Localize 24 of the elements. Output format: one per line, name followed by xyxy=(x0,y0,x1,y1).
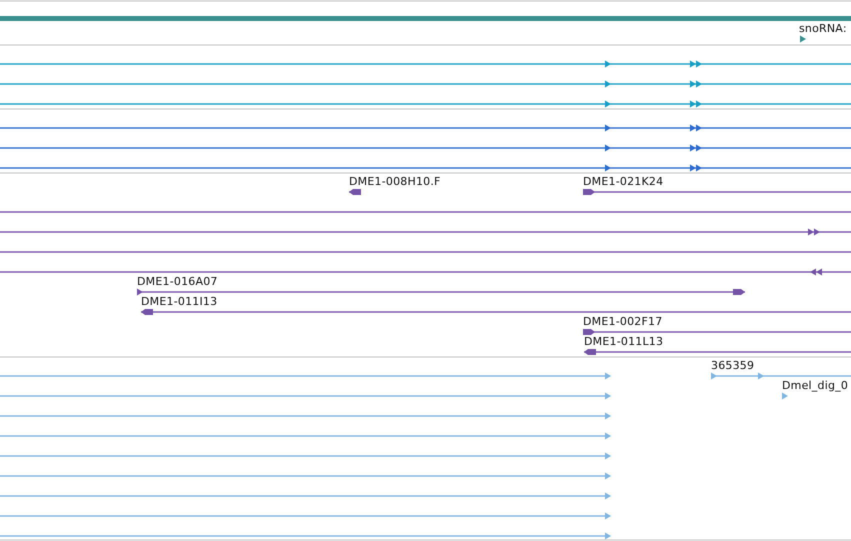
gene-feature[interactable] xyxy=(0,228,851,236)
gene-feature[interactable] xyxy=(0,268,851,276)
feature-label: DME1-021K24 xyxy=(583,175,664,188)
gene-feature[interactable] xyxy=(0,124,851,132)
gene-feature[interactable] xyxy=(583,329,851,335)
feature-label: DME1-011I13 xyxy=(141,295,218,308)
gene-feature[interactable] xyxy=(137,288,745,296)
gene-feature[interactable] xyxy=(141,309,851,315)
feature-label: Dmel_dig_0 xyxy=(782,379,848,392)
feature-label: snoRNA: xyxy=(799,22,847,35)
gene-feature[interactable] xyxy=(349,189,361,195)
gene-feature[interactable] xyxy=(0,144,851,152)
feature-label: DME1-002F17 xyxy=(583,315,662,328)
gene-feature[interactable] xyxy=(800,36,806,42)
feature-label: 365359 xyxy=(711,359,754,372)
feature-label: DME1-008H10.F xyxy=(349,175,441,188)
feature-label: DME1-011L13 xyxy=(584,335,664,348)
gene-feature[interactable] xyxy=(0,80,851,88)
gene-feature[interactable] xyxy=(0,60,851,68)
feature-label: DME1-016A07 xyxy=(137,275,218,288)
gene-feature[interactable] xyxy=(583,189,851,195)
gene-feature[interactable] xyxy=(0,100,851,108)
gene-feature[interactable] xyxy=(584,349,851,355)
gene-feature[interactable] xyxy=(0,164,851,172)
